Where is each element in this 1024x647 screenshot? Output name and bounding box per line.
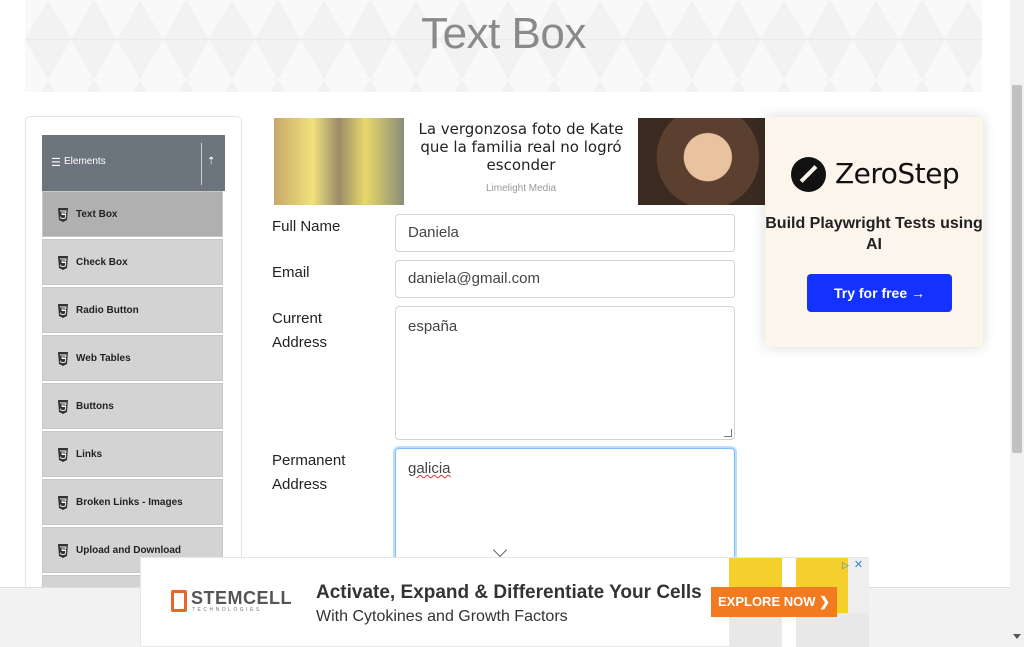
side-advertisement[interactable]: ZeroStep Build Playwright Tests using AI… xyxy=(765,117,983,347)
stemcell-logo-icon xyxy=(171,590,187,612)
page-scrollbar[interactable] xyxy=(1010,0,1024,647)
ad-headline[interactable]: La vergonzosa foto de Kate que la famili… xyxy=(404,120,638,174)
ad-info-icon[interactable]: ▷ xyxy=(840,560,851,571)
sidebar-item-links[interactable]: Links xyxy=(42,431,223,477)
html5-icon xyxy=(58,544,68,558)
permanent-address-label: Permanent Address xyxy=(272,449,345,497)
sidebar-item-label: Buttons xyxy=(76,401,114,412)
html5-icon xyxy=(58,448,68,462)
sidebar-item-radio-button[interactable]: Radio Button xyxy=(42,287,223,333)
current-address-label-line1: Current xyxy=(272,310,323,327)
sidebar-item-check-box[interactable]: Check Box xyxy=(42,239,223,285)
current-address-label-line2: Address xyxy=(272,334,328,351)
permanent-address-label-line1: Permanent xyxy=(272,452,346,469)
page: Text Box ☰ Elements ⇡ Text Box Check Box… xyxy=(0,0,1024,647)
bottom-advertisement[interactable]: STEMCELL TECHNOLOGIES Activate, Expand &… xyxy=(140,557,869,647)
sidebar-item-label: Text Box xyxy=(76,209,118,220)
page-header-banner: Text Box xyxy=(25,0,982,92)
email-label: Email xyxy=(272,264,310,281)
ad-bottom-headline: Activate, Expand & Differentiate Your Ce… xyxy=(316,582,702,603)
elements-group-header[interactable]: ☰ Elements ⇡ xyxy=(42,135,225,191)
sidebar-item-buttons[interactable]: Buttons xyxy=(42,383,223,429)
current-address-value: españa xyxy=(408,318,458,335)
ad-photo-left xyxy=(274,118,404,205)
email-input[interactable]: daniela@gmail.com xyxy=(395,260,735,298)
page-title: Text Box xyxy=(421,9,586,58)
ad-brand: ZeroStep xyxy=(835,157,960,190)
html5-icon xyxy=(58,496,68,510)
sidebar-item-web-tables[interactable]: Web Tables xyxy=(42,335,223,381)
ad-brand-sub: TECHNOLOGIES xyxy=(192,607,262,613)
sidebar-item-label: Upload and Download xyxy=(76,545,181,556)
current-address-label: Current Address xyxy=(272,307,327,355)
permanent-address-label-line2: Address xyxy=(272,476,328,493)
try-for-free-button[interactable]: Try for free → xyxy=(807,274,952,312)
collapse-icon[interactable]: ⇡ xyxy=(207,156,215,167)
ad-tagline: Build Playwright Tests using AI xyxy=(765,215,983,253)
ad-close-icon[interactable]: ✕ xyxy=(853,560,864,571)
scroll-down-arrow-icon[interactable] xyxy=(1013,634,1021,639)
html5-icon xyxy=(58,304,68,318)
html5-icon xyxy=(58,352,68,366)
scrollbar-thumb[interactable] xyxy=(1012,85,1022,453)
sidebar-item-label: Check Box xyxy=(76,257,128,268)
permanent-address-value: galicia xyxy=(408,460,451,477)
menu-icon: ☰ xyxy=(51,157,61,169)
ad-photo-right xyxy=(638,118,765,205)
zerostep-logo-icon xyxy=(791,157,826,192)
top-advertisement[interactable]: La vergonzosa foto de Kate que la famili… xyxy=(274,118,765,205)
explore-now-button[interactable]: EXPLORE NOW ❯ xyxy=(711,587,837,617)
ad-brand-name: STEMCELL xyxy=(191,588,292,608)
ad-bottom-subline: With Cytokines and Growth Factors xyxy=(316,608,568,625)
current-address-textarea[interactable]: españa xyxy=(395,306,735,440)
sidebar-item-label: Broken Links - Images xyxy=(76,497,183,508)
sidebar-item-label: Web Tables xyxy=(76,353,131,364)
sidebar-item-label: Radio Button xyxy=(76,305,139,316)
html5-icon xyxy=(58,208,68,222)
html5-icon xyxy=(58,400,68,414)
header-divider xyxy=(201,143,202,185)
full-name-label: Full Name xyxy=(272,218,341,235)
resize-handle-icon[interactable] xyxy=(724,429,732,437)
ad-source: Limelight Media xyxy=(485,183,557,194)
html5-icon xyxy=(58,256,68,270)
sidebar-item-label: Links xyxy=(76,449,103,460)
sidebar-item-broken-links[interactable]: Broken Links - Images xyxy=(42,479,223,525)
sidebar-item-text-box[interactable]: Text Box xyxy=(42,191,223,237)
elements-group-label: Elements xyxy=(64,156,106,167)
full-name-input[interactable]: Daniela xyxy=(395,214,735,252)
